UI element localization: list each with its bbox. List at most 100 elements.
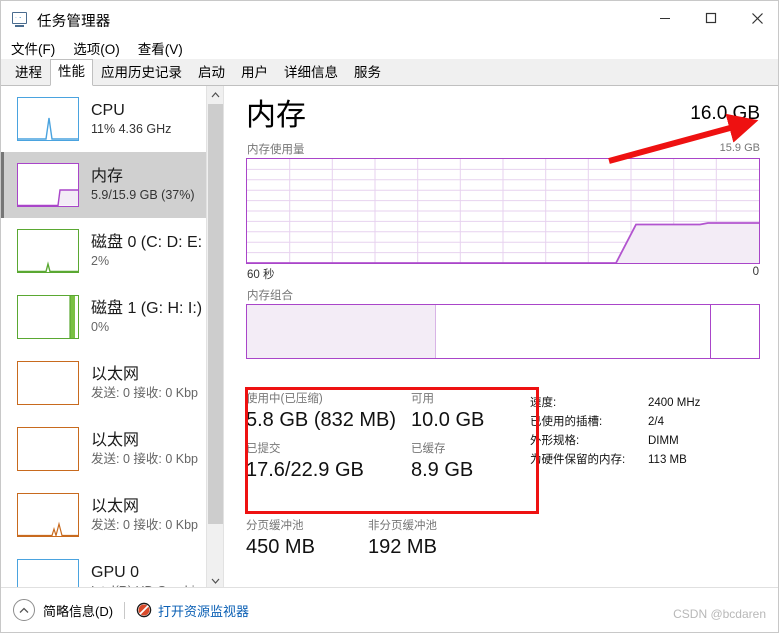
tab-startup[interactable]: 启动 [190, 60, 233, 86]
tab-services[interactable]: 服务 [346, 60, 389, 86]
sidebar-item-disk-1-title: 磁盘 1 (G: H: I:) [91, 299, 203, 317]
minimize-icon [660, 18, 670, 19]
pool-nonpaged-value: 192 MB [368, 536, 437, 558]
menu-item-view[interactable]: 查看(V) [138, 38, 183, 58]
tab-processes[interactable]: 进程 [7, 60, 50, 86]
disk-1-sparkline-icon [69, 296, 75, 338]
sidebar-item-memory[interactable]: 内存 5.9/15.9 GB (37%) [1, 152, 223, 218]
ethernet-3-thumbnail [17, 493, 79, 537]
stat-committed: 已提交 17.6/22.9 GB [246, 441, 411, 483]
composition-label: 内存组合 [247, 290, 293, 302]
sidebar-scrollbar[interactable] [206, 86, 223, 589]
resource-sidebar: CPU 11% 4.36 GHz 内存 5.9/15.9 GB (37%) 磁盘… [1, 86, 224, 589]
sidebar-item-memory-title: 内存 [91, 167, 124, 185]
sidebar-item-gpu-0-title: GPU 0 [91, 563, 140, 581]
task-manager-icon [11, 12, 29, 28]
spec-formfactor-key: 外形规格: [530, 435, 580, 447]
close-icon [751, 12, 763, 24]
stat-available: 可用 10.0 GB [411, 391, 484, 433]
sidebar-item-disk-0-text: 磁盘 0 (C: D: E: 2% [91, 233, 202, 270]
sidebar-item-ethernet-2[interactable]: 以太网 发送: 0 接收: 0 Kbp [1, 416, 223, 482]
ethernet-1-thumbnail [17, 361, 79, 405]
sidebar-item-disk-1[interactable]: 磁盘 1 (G: H: I:) 0% [1, 284, 223, 350]
window-title: 任务管理器 [37, 13, 111, 30]
cpu-sparkline-icon [18, 117, 78, 140]
sidebar-item-ethernet-3-subtitle: 发送: 0 接收: 0 Kbp [91, 517, 198, 532]
memory-usage-graph [246, 158, 760, 264]
sidebar-item-disk-0-subtitle: 2% [91, 253, 110, 268]
stats-row-2: 已提交 17.6/22.9 GB 已缓存 8.9 GB [246, 441, 536, 483]
menu-item-file[interactable]: 文件(F) [11, 38, 55, 58]
sidebar-item-cpu-subtitle: 11% 4.36 GHz [91, 121, 172, 136]
spec-speed-key: 速度: [530, 397, 557, 409]
resource-monitor-icon [136, 602, 152, 618]
tab-users[interactable]: 用户 [233, 60, 276, 86]
sidebar-item-ethernet-1-text: 以太网 发送: 0 接收: 0 Kbp [91, 365, 198, 402]
stat-committed-label: 已提交 [246, 443, 281, 455]
stat-cached-value: 8.9 GB [411, 459, 474, 481]
sidebar-item-ethernet-3-title: 以太网 [91, 497, 140, 515]
collapse-label[interactable]: 简略信息(D) [43, 601, 113, 620]
tab-strip: 进程 性能 应用历史记录 启动 用户 详细信息 服务 [1, 59, 778, 86]
collapse-button[interactable] [13, 599, 35, 621]
composition-segment-free [711, 305, 759, 358]
spec-row-reserved: 为硬件保留的内存: 113 MB [530, 451, 700, 470]
sidebar-item-ethernet-1-title: 以太网 [91, 365, 140, 383]
page-title: 内存 [246, 99, 306, 132]
pool-paged-label: 分页缓冲池 [246, 520, 304, 532]
maximize-icon [705, 12, 717, 24]
pool-paged-value: 450 MB [246, 536, 315, 558]
sidebar-item-disk-1-subtitle: 0% [91, 319, 110, 334]
stat-available-value: 10.0 GB [411, 409, 485, 431]
sidebar-item-gpu-0[interactable]: GPU 0 Intel(R) HD Graphics [1, 548, 223, 589]
disk-0-sparkline-icon [18, 261, 78, 272]
maximize-button[interactable] [688, 1, 734, 35]
sidebar-item-ethernet-2-text: 以太网 发送: 0 接收: 0 Kbp [91, 431, 198, 468]
sidebar-item-ethernet-1[interactable]: 以太网 发送: 0 接收: 0 Kbp [1, 350, 223, 416]
scrollbar-thumb[interactable] [208, 104, 223, 524]
menu-item-options[interactable]: 选项(O) [73, 38, 120, 58]
memory-composition-bar [246, 304, 760, 359]
task-manager-window: 任务管理器 文件(F) 选项(O) 查看(V) 进程 性能 应用历史记录 启动 … [0, 0, 779, 633]
memory-sparkline-icon [18, 189, 78, 206]
tab-performance[interactable]: 性能 [50, 59, 93, 86]
tab-details[interactable]: 详细信息 [276, 60, 346, 86]
tab-app-history[interactable]: 应用历史记录 [93, 60, 190, 86]
chevron-down-icon [211, 578, 220, 584]
scroll-up-button[interactable] [207, 86, 223, 103]
sidebar-item-ethernet-2-title: 以太网 [91, 431, 140, 449]
spec-row-slots: 已使用的插槽: 2/4 [530, 413, 700, 432]
chevron-up-circle-icon [19, 607, 29, 613]
memory-thumbnail [17, 163, 79, 207]
open-resource-monitor-link[interactable]: 打开资源监视器 [158, 601, 249, 620]
sidebar-item-disk-0[interactable]: 磁盘 0 (C: D: E: 2% [1, 218, 223, 284]
content-area: CPU 11% 4.36 GHz 内存 5.9/15.9 GB (37%) 磁盘… [1, 86, 778, 589]
sidebar-item-memory-subtitle: 5.9/15.9 GB (37%) [91, 187, 195, 202]
pool-nonpaged: 非分页缓冲池 192 MB [368, 518, 437, 560]
minimize-button[interactable] [642, 1, 688, 35]
spec-speed-value: 2400 MHz [648, 397, 701, 409]
ethernet-3-sparkline-icon [18, 521, 78, 536]
sidebar-item-disk-0-title: 磁盘 0 (C: D: E: [91, 233, 203, 251]
usage-graph-time-left: 60 秒 [247, 269, 275, 281]
memory-pools: 分页缓冲池 450 MB 非分页缓冲池 192 MB [246, 518, 437, 560]
memory-usage-chart [247, 159, 759, 263]
sidebar-item-ethernet-3-text: 以太网 发送: 0 接收: 0 Kbp [91, 497, 198, 534]
ethernet-2-thumbnail [17, 427, 79, 471]
cpu-thumbnail [17, 97, 79, 141]
sidebar-item-ethernet-3[interactable]: 以太网 发送: 0 接收: 0 Kbp [1, 482, 223, 548]
spec-reserved-value: 113 MB [648, 454, 687, 466]
stat-inuse: 使用中(已压缩) 5.8 GB (832 MB) [246, 391, 411, 433]
stat-available-label: 可用 [411, 393, 434, 405]
sidebar-item-cpu[interactable]: CPU 11% 4.36 GHz [1, 86, 223, 152]
spec-formfactor-value: DIMM [648, 435, 679, 447]
close-button[interactable] [734, 1, 778, 35]
menu-bar: 文件(F) 选项(O) 查看(V) [1, 37, 778, 59]
usage-graph-max-label: 15.9 GB [719, 142, 760, 154]
sidebar-item-ethernet-2-subtitle: 发送: 0 接收: 0 Kbp [91, 451, 198, 466]
sidebar-item-memory-text: 内存 5.9/15.9 GB (37%) [91, 167, 195, 204]
spec-reserved-key: 为硬件保留的内存: [530, 454, 626, 466]
title-bar: 任务管理器 [1, 1, 778, 39]
sidebar-item-cpu-title: CPU [91, 101, 125, 119]
stat-inuse-value: 5.8 GB (832 MB) [246, 409, 397, 431]
